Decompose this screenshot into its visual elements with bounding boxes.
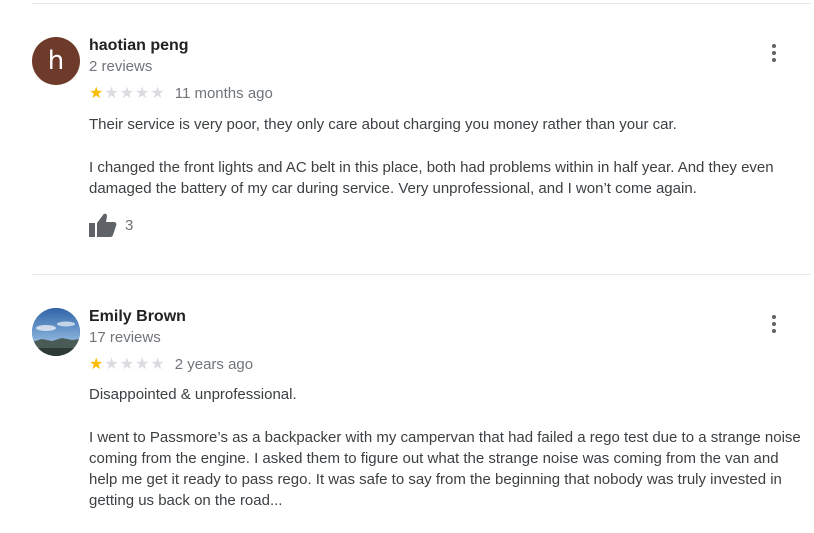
more-options-button[interactable] [764,311,784,337]
star-icon: ★ [104,354,119,373]
reviewer-name[interactable]: haotian peng [89,37,189,55]
review-paragraph: Their service is very poor, they only ca… [89,116,677,133]
star-icon: ★ [135,354,150,373]
avatar-photo-landscape [32,308,80,356]
review-time: 11 months ago [174,84,273,102]
reviewer-review-count[interactable]: 17 reviews [89,329,161,346]
more-options-button[interactable] [764,40,784,66]
review-paragraph: I went to Passmore’s as a backpacker wit… [89,429,801,509]
star-rating: ★ ★ ★ ★ ★ [89,85,165,101]
rating-row: ★ ★ ★ ★ ★ 2 years ago [89,355,253,373]
review-text: Their service is very poor, they only ca… [89,114,809,221]
review-paragraph: Disappointed & unprofessional. [89,386,297,403]
like-button[interactable]: 3 [89,213,133,237]
avatar[interactable]: h [32,37,80,85]
star-icon: ★ [89,83,104,102]
review-card: h haotian peng 2 reviews ★ ★ ★ ★ ★ 11 mo… [0,37,814,247]
star-icon: ★ [150,354,165,373]
review-text: Disappointed & unprofessional. I went to… [89,384,809,533]
star-icon: ★ [119,354,135,373]
star-icon: ★ [104,83,119,102]
top-divider [32,3,811,4]
review-paragraph: I changed the front lights and AC belt i… [89,159,774,197]
star-icon: ★ [89,354,104,373]
star-icon: ★ [150,83,165,102]
star-icon: ★ [135,83,150,102]
star-rating: ★ ★ ★ ★ ★ [89,356,165,372]
reviewer-review-count[interactable]: 2 reviews [89,58,152,75]
review-time: 2 years ago [174,355,254,373]
review-divider [32,274,811,275]
thumbs-up-icon [89,213,117,237]
rating-row: ★ ★ ★ ★ ★ 11 months ago [89,84,273,102]
avatar-letter: h [47,46,65,76]
more-vert-icon [772,44,776,48]
reviewer-name[interactable]: Emily Brown [89,308,186,326]
like-count: 3 [125,216,134,234]
avatar[interactable] [32,308,80,356]
review-card: Emily Brown 17 reviews ★ ★ ★ ★ ★ 2 years… [0,308,814,522]
more-vert-icon [772,315,776,319]
star-icon: ★ [119,83,135,102]
